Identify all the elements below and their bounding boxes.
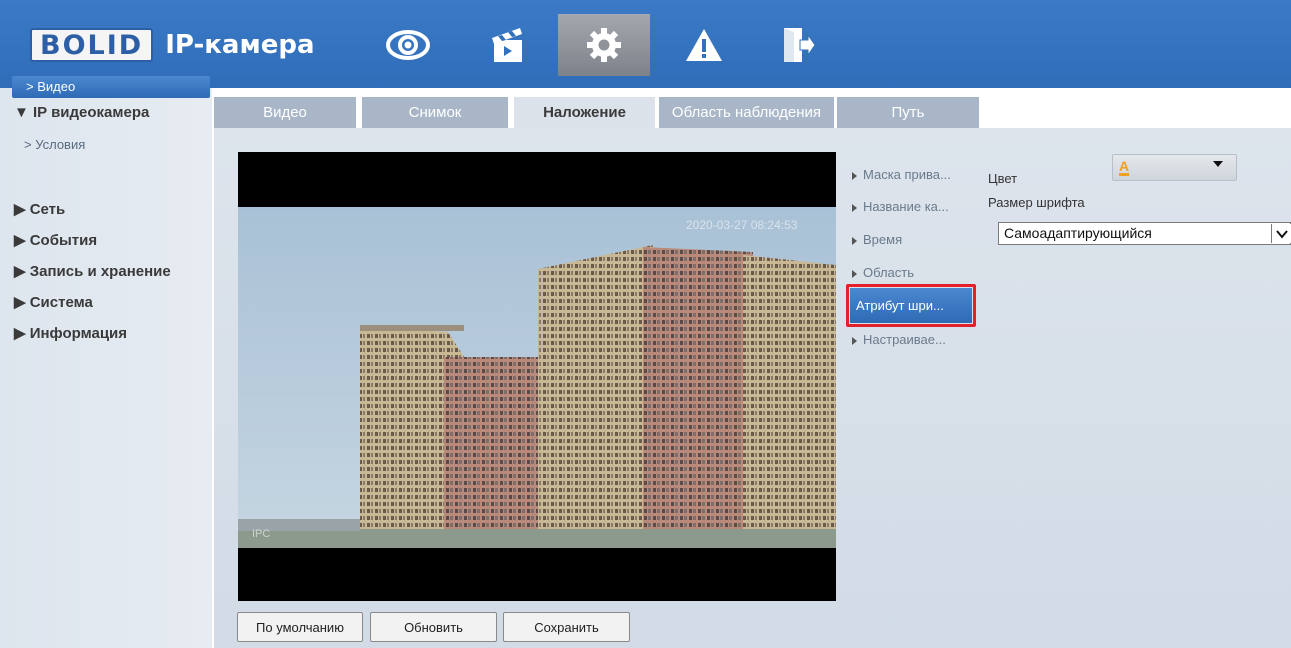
nav-alarm[interactable] xyxy=(658,14,750,76)
nav-live-view[interactable] xyxy=(362,14,454,76)
default-button[interactable]: По умолчанию xyxy=(237,612,363,642)
arrow-right-icon xyxy=(852,336,857,345)
overlay-item-custom[interactable]: Настраивае... xyxy=(852,332,946,347)
sidebar-item-system[interactable]: ▶ Система xyxy=(14,293,93,311)
overlay-item-area[interactable]: Область xyxy=(852,265,914,280)
sidebar-item-info[interactable]: ▶ Информация xyxy=(14,324,127,342)
gear-icon xyxy=(587,28,621,62)
sidebar-item-events[interactable]: ▶ События xyxy=(14,231,97,249)
chevron-down-icon[interactable] xyxy=(1271,224,1291,243)
bolid-logo: BOLID xyxy=(30,28,154,62)
app-title: IP-камера xyxy=(165,30,315,60)
overlay-item-label: Название ка... xyxy=(863,199,949,214)
nav-setup[interactable] xyxy=(558,14,650,76)
overlay-item-privacy-mask[interactable]: Маска прива... xyxy=(852,167,951,182)
save-button[interactable]: Сохранить xyxy=(503,612,630,642)
tab-snapshot[interactable]: Снимок xyxy=(362,97,508,128)
highlight-box xyxy=(846,284,976,327)
font-size-label: Размер шрифта xyxy=(988,195,1085,210)
nav-playback[interactable] xyxy=(462,14,554,76)
tab-surveillance-area[interactable]: Область наблюдения xyxy=(659,97,834,128)
caret-down-icon xyxy=(1213,161,1223,167)
eye-icon xyxy=(386,30,430,60)
alarm-icon xyxy=(686,29,722,61)
camera-image xyxy=(238,207,836,548)
logout-icon xyxy=(784,28,816,62)
osd-timestamp: 2020-03-27 08:24:53 xyxy=(686,218,798,232)
sidebar-item-video[interactable]: > Видео xyxy=(26,79,75,94)
color-label: Цвет xyxy=(988,171,1018,186)
sidebar-item-network[interactable]: ▶ Сеть xyxy=(14,200,65,218)
tab-overlay[interactable]: Наложение xyxy=(514,97,655,128)
tab-path[interactable]: Путь xyxy=(837,97,979,128)
arrow-right-icon xyxy=(852,236,857,245)
sidebar xyxy=(0,88,212,648)
color-swatch: A xyxy=(1119,158,1130,174)
osd-channel-name: IPC xyxy=(252,528,271,540)
overlay-item-time[interactable]: Время xyxy=(852,232,902,247)
overlay-item-label: Маска прива... xyxy=(863,167,951,182)
overlay-item-label: Время xyxy=(863,232,903,247)
sidebar-item-storage[interactable]: ▶ Запись и хранение xyxy=(14,262,171,280)
arrow-right-icon xyxy=(852,203,857,212)
brand-logo: BOLID IP-камера xyxy=(30,24,315,66)
refresh-button[interactable]: Обновить xyxy=(370,612,497,642)
overlay-item-label: Настраивае... xyxy=(863,332,946,347)
video-preview[interactable]: 2020-03-27 08:24:53 IPC xyxy=(238,152,836,601)
sidebar-item-conditions[interactable]: > Условия xyxy=(24,137,85,152)
tab-video[interactable]: Видео xyxy=(214,97,356,128)
overlay-item-channel-name[interactable]: Название ка... xyxy=(852,199,949,214)
arrow-right-icon xyxy=(852,171,857,180)
arrow-right-icon xyxy=(852,269,857,278)
nav-logout[interactable] xyxy=(752,14,844,76)
sidebar-item-ip-camera[interactable]: ▼ IP видеокамера xyxy=(14,104,149,121)
font-size-value: Самоадаптирующийся xyxy=(1004,225,1152,241)
clapperboard-icon xyxy=(492,28,522,62)
overlay-item-label: Область xyxy=(863,265,915,280)
